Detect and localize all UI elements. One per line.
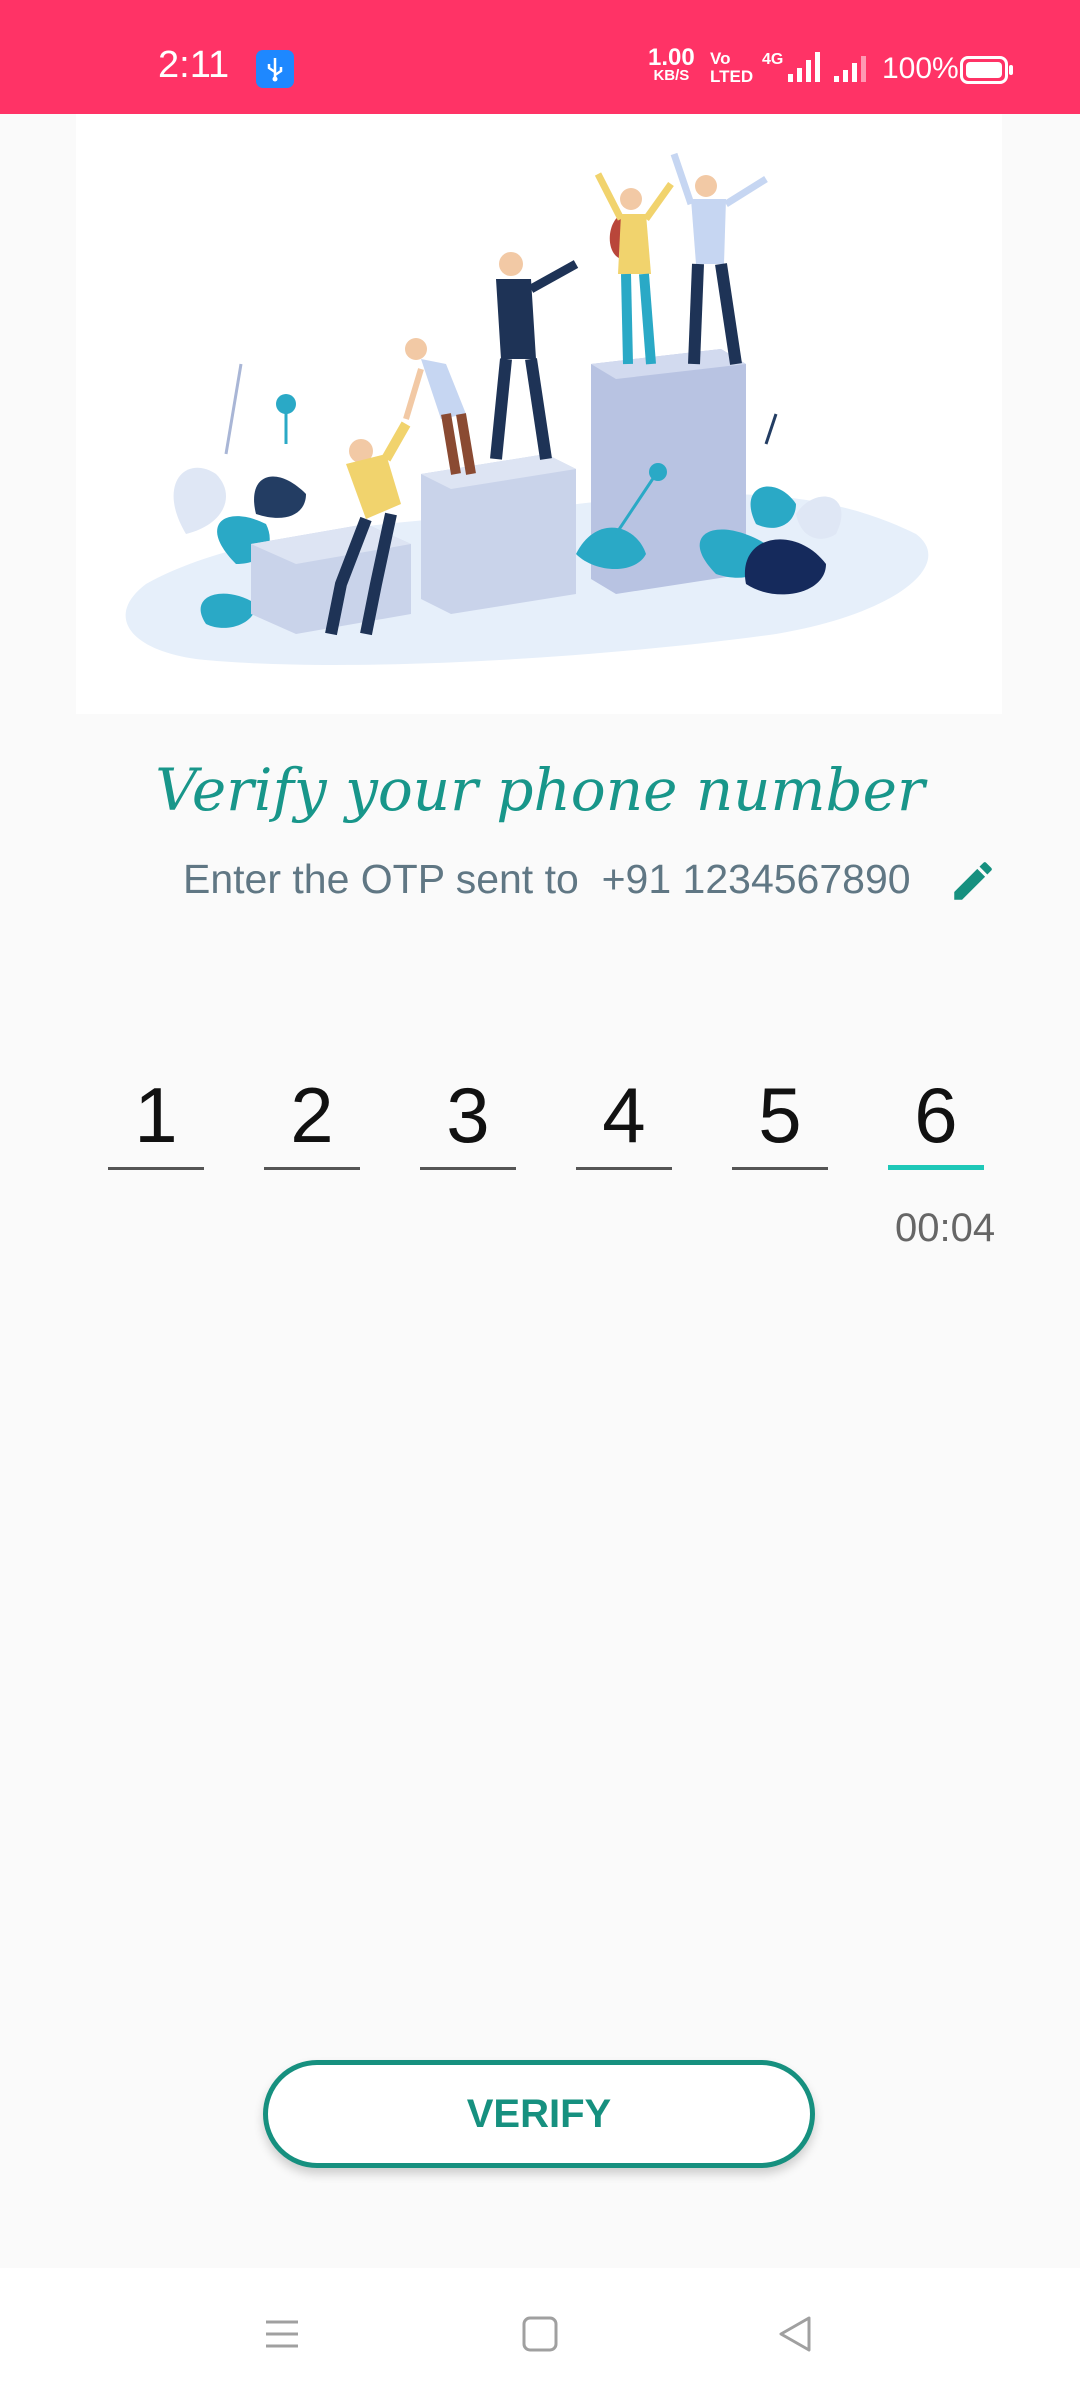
battery-percent: 100% — [882, 52, 959, 85]
people-climbing-podium-illustration — [125, 152, 929, 665]
signal-icon — [834, 56, 866, 82]
menu-icon[interactable] — [262, 2314, 302, 2354]
home-square-icon[interactable] — [520, 2314, 560, 2354]
page-title: Verify your phone number — [155, 756, 925, 824]
otp-digit-3[interactable]: 3 — [420, 1060, 516, 1170]
hero-illustration — [76, 114, 1002, 714]
verify-button[interactable]: VERIFY — [263, 2060, 815, 2168]
battery-icon — [960, 56, 1013, 84]
svg-text:4G: 4G — [762, 51, 783, 68]
otp-digit-6[interactable]: 6 — [888, 1060, 984, 1170]
otp-timer: 00:04 — [895, 1206, 996, 1250]
usb-icon — [256, 50, 294, 88]
otp-digit-5[interactable]: 5 — [732, 1060, 828, 1170]
otp-sent-text: Enter the OTP sent to +91 1234567890 — [183, 856, 911, 903]
otp-digit-2[interactable]: 2 — [264, 1060, 360, 1170]
phone-number: +91 1234567890 — [601, 856, 911, 902]
otp-digit-4[interactable]: 4 — [576, 1060, 672, 1170]
otp-sent-prefix: Enter the OTP sent to — [183, 856, 591, 902]
edit-icon[interactable] — [948, 856, 998, 906]
network-speed: 1.00 KB/S — [648, 44, 695, 84]
signal-4g-icon: 4G — [762, 51, 820, 82]
otp-digit-1[interactable]: 1 — [108, 1060, 204, 1170]
status-bar: 2:11 1.00 KB/S Vo LTED 4G 100% — [0, 0, 1080, 114]
volte-indicator: Vo LTED — [710, 49, 754, 86]
status-time: 2:11 — [158, 44, 230, 86]
system-nav-bar — [0, 2268, 1080, 2400]
back-triangle-icon[interactable] — [775, 2314, 815, 2354]
